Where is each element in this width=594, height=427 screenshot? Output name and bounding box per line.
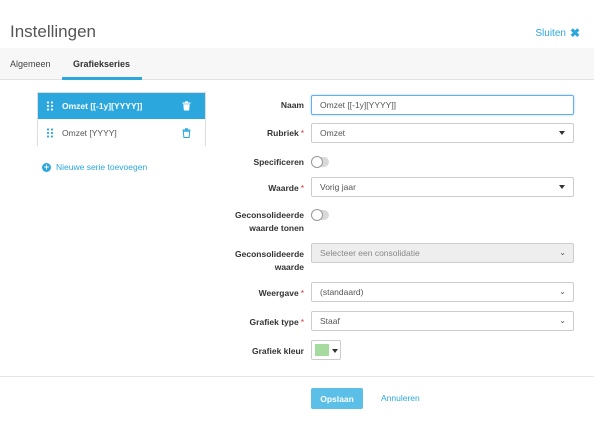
close-icon: ✖: [569, 26, 580, 40]
caret-down-icon: [332, 349, 338, 353]
waarde-select[interactable]: Vorig jaar: [311, 177, 574, 197]
tab-algemeen[interactable]: Algemeen: [10, 59, 51, 69]
close-label: Sluiten: [535, 27, 566, 39]
dialog-header: Instellingen Sluiten ✖: [0, 0, 594, 48]
waarde-label: Waarde *: [268, 183, 304, 193]
add-series-link[interactable]: + Nieuwe serie toevoegen: [42, 162, 147, 172]
color-picker[interactable]: [311, 340, 341, 360]
geconsolideerde-tonen-toggle[interactable]: [311, 209, 329, 221]
drag-handle-icon[interactable]: [46, 101, 60, 111]
naam-value: Omzet [[-1y][YYYY]]: [320, 100, 397, 110]
trash-icon[interactable]: [179, 101, 193, 111]
series-label: Omzet [YYYY]: [62, 128, 117, 138]
caret-down-icon: [559, 185, 565, 189]
chevron-down-icon: ⌄: [559, 316, 566, 325]
rubriek-select[interactable]: Omzet: [311, 123, 574, 143]
dialog-title: Instellingen: [10, 22, 97, 41]
toggle-knob: [311, 209, 323, 221]
series-list: Omzet [[-1y][YYYY]] Omzet [YYYY]: [37, 92, 206, 146]
active-tab-indicator: [62, 77, 142, 80]
tab-grafiekseries[interactable]: Grafiekseries: [73, 59, 130, 69]
add-series-label: Nieuwe serie toevoegen: [56, 162, 148, 172]
rubriek-label: Rubriek *: [267, 128, 304, 138]
tab-bar: Algemeen Grafiekseries: [0, 48, 594, 80]
grafiek-type-value: Staaf: [320, 316, 340, 326]
chevron-down-icon: ⌄: [559, 248, 566, 257]
series-item[interactable]: Omzet [YYYY]: [38, 120, 205, 146]
consolidatie-select[interactable]: Selecteer een consolidatie ⌄: [311, 243, 574, 263]
toggle-knob: [311, 156, 323, 168]
geconsolideerde-waarde-label: Geconsolideerde waarde: [235, 249, 304, 272]
grafiek-type-label: Grafiek type *: [249, 317, 304, 327]
chevron-down-icon: ⌄: [559, 287, 566, 296]
drag-handle-icon[interactable]: [46, 128, 60, 138]
naam-input[interactable]: Omzet [[-1y][YYYY]]: [311, 95, 574, 115]
color-swatch: [315, 344, 329, 356]
specificeren-label: Specificeren: [253, 157, 304, 167]
series-item-active[interactable]: Omzet [[-1y][YYYY]]: [38, 93, 205, 119]
waarde-value: Vorig jaar: [320, 182, 356, 192]
grafiek-kleur-label: Grafiek kleur: [252, 346, 304, 356]
geconsolideerde-tonen-label: Geconsolideerde waarde tonen: [235, 210, 304, 233]
specificeren-toggle[interactable]: [311, 156, 329, 168]
save-button[interactable]: Opslaan: [311, 388, 363, 409]
consolidatie-placeholder: Selecteer een consolidatie: [320, 248, 420, 258]
weergave-select[interactable]: (standaard) ⌄: [311, 282, 574, 302]
series-label: Omzet [[-1y][YYYY]]: [62, 101, 143, 111]
naam-label: Naam: [280, 100, 304, 110]
close-button[interactable]: Sluiten ✖: [535, 26, 580, 40]
footer-divider: [0, 376, 594, 377]
plus-circle-icon: +: [42, 161, 51, 172]
trash-icon[interactable]: [179, 128, 193, 138]
grafiek-type-select[interactable]: Staaf ⌄: [311, 311, 574, 331]
weergave-label: Weergave *: [258, 288, 304, 298]
rubriek-value: Omzet: [320, 128, 346, 138]
caret-down-icon: [559, 131, 565, 135]
weergave-value: (standaard): [320, 287, 364, 297]
cancel-link[interactable]: Annuleren: [381, 393, 420, 403]
